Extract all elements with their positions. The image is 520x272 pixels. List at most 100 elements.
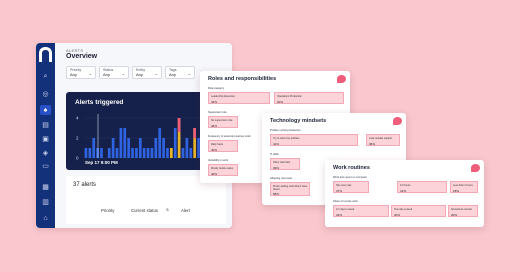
stat-label: Daily basis xyxy=(211,143,224,146)
chevron-down-icon: ⌄ xyxy=(154,71,158,76)
stat-label: Less than 2 hours xyxy=(453,184,473,187)
stat-value: 39% xyxy=(273,166,280,170)
stat-label: No supervision role xyxy=(211,119,233,122)
devices-icon[interactable]: ▭ xyxy=(40,161,51,171)
stat-label: Leadership Executive xyxy=(211,95,235,98)
tag-icon[interactable]: ◈ xyxy=(40,148,51,158)
stat-label: Try to solve the problem xyxy=(273,137,300,140)
stat-value: 30% xyxy=(277,100,284,104)
alerts-table: 37 alerts Priority Current status ⇅ Aler… xyxy=(66,176,226,224)
calendar-icon[interactable]: ▤ xyxy=(40,120,51,130)
compass-icon[interactable]: ◎ xyxy=(40,89,51,99)
chart-bar xyxy=(92,138,96,158)
column-current-status[interactable]: Current status xyxy=(131,208,158,213)
column-alert[interactable]: Alert xyxy=(181,208,190,213)
chevron-down-icon: ⌄ xyxy=(187,71,191,76)
chart-bar xyxy=(84,148,88,158)
chart-bar-segment xyxy=(193,128,196,139)
stat-cell: Mostly routine tasks 40% xyxy=(208,164,238,176)
chart-bar xyxy=(142,148,146,158)
grid-icon[interactable]: ▦ xyxy=(40,182,51,192)
chart-bar xyxy=(189,148,193,158)
chart-bar xyxy=(162,138,165,158)
stat-label: One day a week xyxy=(394,208,413,211)
chart-bar xyxy=(173,128,177,158)
stat-label: 4-6 hours xyxy=(400,184,411,187)
section-label: Supervision role xyxy=(208,111,227,114)
stat-label: Mostly routine tasks xyxy=(211,167,234,170)
stat-value: 34% xyxy=(336,213,343,217)
building-icon[interactable]: ▥ xyxy=(40,197,51,207)
stat-cell: Prefer waiting until others have tried i… xyxy=(270,182,310,196)
status-filter[interactable]: Status Any ⌄ xyxy=(99,66,129,79)
search-icon[interactable]: ⌕ xyxy=(40,72,51,82)
column-priority[interactable]: Priority xyxy=(101,208,114,213)
stat-label: Operations Production xyxy=(277,95,302,98)
chart-bar xyxy=(138,138,142,158)
chevron-down-icon: ⌄ xyxy=(121,71,125,76)
stat-label: Often rated fast xyxy=(273,161,291,164)
chart-bar xyxy=(166,148,169,158)
chart-bar xyxy=(96,148,99,158)
home-icon[interactable]: ⌂ xyxy=(40,213,51,223)
y-tick-label: 4 xyxy=(76,116,79,121)
stat-value: 40% xyxy=(211,148,218,152)
chat-bubble-icon xyxy=(471,164,480,172)
stat-cell: 4-6 hours 31% xyxy=(397,181,447,193)
stat-cell: One day a week 30% xyxy=(391,205,446,217)
chevron-down-icon: ⌄ xyxy=(88,71,92,76)
chart-bar xyxy=(158,128,162,158)
sort-icon[interactable]: ⇅ xyxy=(166,208,169,212)
stat-label: Sometimes remote xyxy=(451,208,472,211)
stat-cell: Leadership Executive 34% xyxy=(208,92,270,104)
stat-value: 34% xyxy=(211,100,218,104)
stat-value: 20% xyxy=(451,213,458,217)
stat-value: 36% xyxy=(369,142,376,146)
alerts-bell-icon[interactable]: ♠ xyxy=(40,105,51,115)
app-logo xyxy=(39,47,52,62)
sidebar: ⌕ ◎ ♠ ▤ ▣ ◈ ▭ ▦ ▥ ⌂ xyxy=(36,43,55,228)
chat-icon[interactable]: ▣ xyxy=(40,134,51,144)
priority-filter[interactable]: Priority Any ⌄ xyxy=(66,66,96,79)
chart-bar xyxy=(185,138,189,158)
chart-bar xyxy=(135,148,138,158)
alerts-chart: Alerts triggered 4 2 0 Sep 17 9:00 PM xyxy=(66,92,221,170)
entity-filter[interactable]: Entity Any ⌄ xyxy=(132,66,162,79)
chart-canvas: 4 2 0 Sep 17 9:00 PM xyxy=(76,114,216,165)
chart-bar xyxy=(111,138,115,158)
section-label: IT skills xyxy=(270,153,279,156)
stat-cell: Not every day 37% xyxy=(333,181,369,193)
stat-value: 30% xyxy=(394,213,401,217)
stat-value: 31% xyxy=(400,189,407,193)
section-label: Share of remote work xyxy=(333,200,358,203)
stat-cell: Often rated fast 39% xyxy=(270,158,300,170)
chart-bar xyxy=(88,148,92,158)
stat-cell: Try to solve the problem 41% xyxy=(270,134,358,146)
stat-value: 46% xyxy=(211,124,218,128)
chart-bar xyxy=(123,128,127,158)
stat-value: 41% xyxy=(273,142,280,146)
stat-label: 0-1 days a week xyxy=(336,208,355,211)
chat-bubble-icon xyxy=(393,117,402,125)
stat-label: Look outside support xyxy=(369,137,393,140)
card-title: Roles and responsibilities xyxy=(208,76,277,82)
stat-label: Not every day xyxy=(336,184,352,187)
section-label: Frequency of external customer work xyxy=(208,135,251,138)
alerts-count: 37 alerts xyxy=(73,182,97,188)
chart-bar xyxy=(154,138,158,158)
chart-bar xyxy=(100,148,103,158)
tags-filter[interactable]: Tags Any ⌄ xyxy=(165,66,195,79)
stat-cell: No supervision role 46% xyxy=(208,116,238,128)
stat-value: 40% xyxy=(211,172,218,176)
stat-cell: Daily basis 40% xyxy=(208,140,238,152)
stat-cell: Look outside support 36% xyxy=(366,134,400,146)
chart-bar-segment xyxy=(177,118,181,132)
card-title: Technology mindsets xyxy=(270,118,327,124)
section-label: Problem solving behaviour xyxy=(270,129,301,132)
page-title: Overview xyxy=(66,53,98,60)
chart-bar xyxy=(150,148,154,158)
stat-value: 18% xyxy=(453,189,460,193)
chart-bar xyxy=(127,138,130,158)
y-tick-label: 2 xyxy=(76,136,79,141)
card-title: Work routines xyxy=(333,165,370,171)
